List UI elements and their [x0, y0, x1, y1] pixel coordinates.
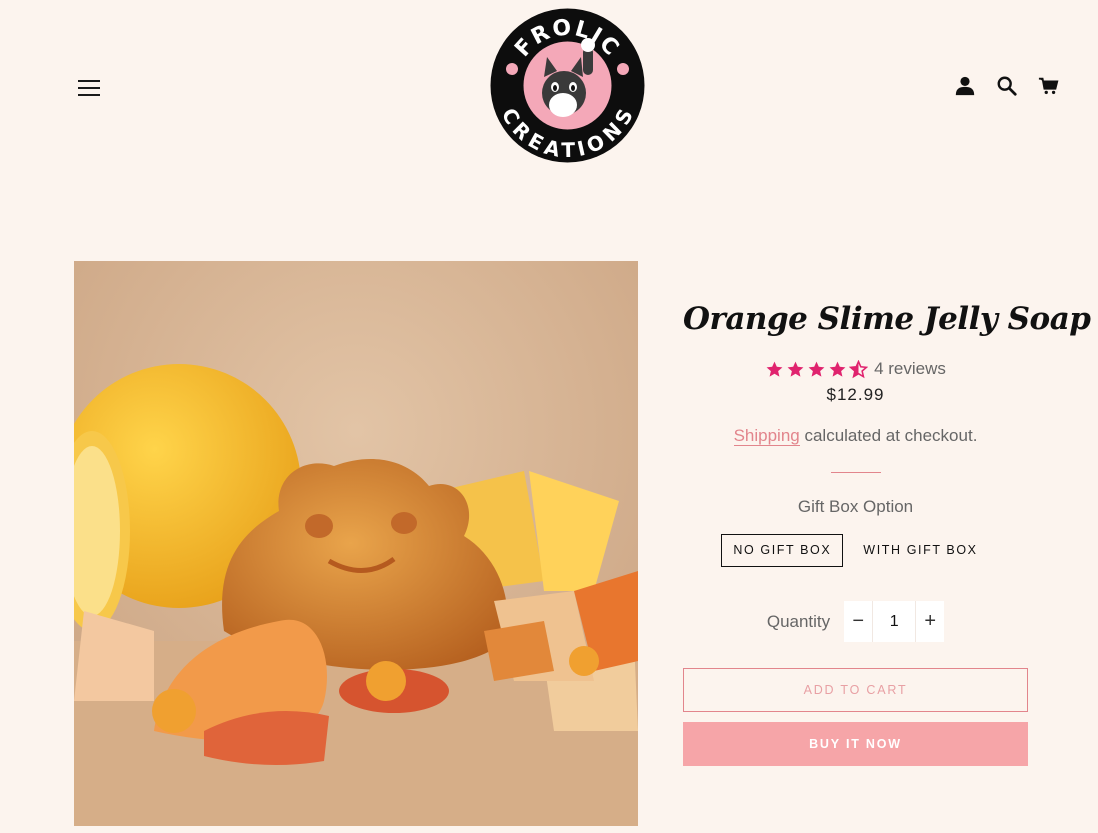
menu-icon[interactable] — [78, 80, 100, 100]
quantity-stepper: − + — [844, 601, 945, 642]
cart-icon[interactable] — [1038, 75, 1060, 97]
product-image[interactable] — [74, 261, 638, 826]
option-no-gift-box[interactable]: NO GIFT BOX — [721, 534, 844, 567]
frolic-creations-logo[interactable]: FROLIC CREATIONS — [489, 7, 646, 164]
star-full-icon — [808, 361, 825, 377]
search-icon[interactable] — [996, 75, 1018, 97]
quantity-decrease-button[interactable]: − — [844, 601, 872, 642]
add-to-cart-button[interactable]: ADD TO CART — [683, 668, 1028, 712]
rating-stars — [765, 359, 869, 379]
star-half-icon — [849, 359, 869, 378]
quantity-label: Quantity — [766, 611, 831, 631]
product-price: $12.99 — [826, 385, 885, 404]
gift-box-options: NO GIFT BOX WITH GIFT BOX — [683, 534, 1028, 567]
quantity-row: Quantity − + — [683, 601, 1028, 642]
star-full-icon — [766, 361, 783, 377]
star-full-icon — [787, 361, 804, 377]
gift-box-option-label: Gift Box Option — [797, 497, 914, 516]
product-title: Orange Slime Jelly Soap — [683, 301, 1091, 337]
site-header: FROLIC CREATIONS — [0, 0, 1098, 175]
reviews-count[interactable]: 4 reviews — [874, 359, 946, 379]
divider — [830, 472, 881, 473]
shipping-link[interactable]: Shipping — [733, 426, 800, 446]
quantity-increase-button[interactable]: + — [916, 601, 944, 642]
quantity-input[interactable] — [872, 601, 917, 642]
product-rating[interactable]: 4 reviews — [683, 359, 1028, 379]
buy-it-now-button[interactable]: BUY IT NOW — [683, 722, 1028, 766]
product-info: Orange Slime Jelly Soap 4 reviews $12.99… — [683, 295, 1091, 766]
account-icon[interactable] — [954, 75, 976, 97]
star-full-icon — [829, 361, 846, 377]
option-with-gift-box[interactable]: WITH GIFT BOX — [851, 534, 989, 567]
shipping-note: Shipping calculated at checkout. — [683, 426, 1028, 446]
header-icons — [954, 74, 1060, 98]
shipping-text: calculated at checkout. — [799, 426, 978, 445]
